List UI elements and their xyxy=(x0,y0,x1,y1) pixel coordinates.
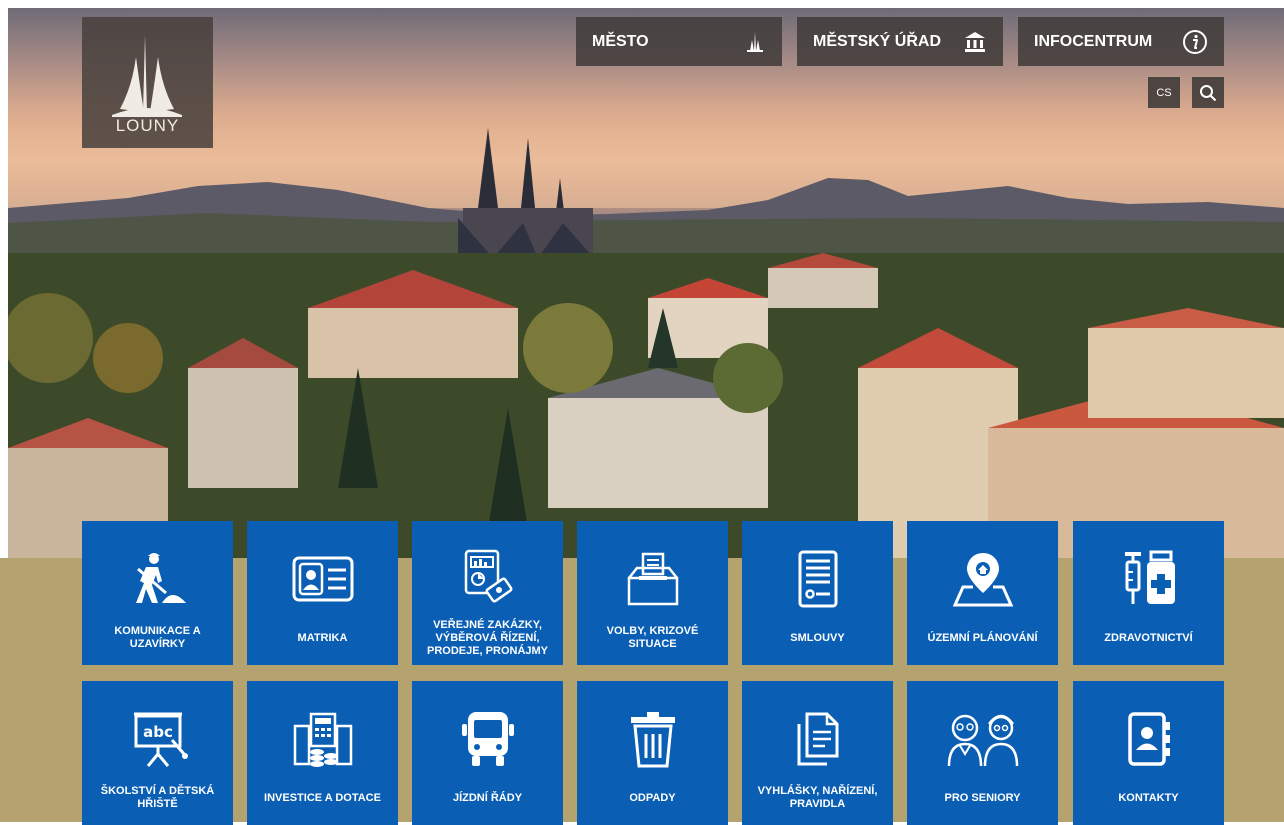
tile-kontakty[interactable]: KONTAKTY xyxy=(1073,681,1224,825)
tile-vyhlasky[interactable]: VYHLÁŠKY, NAŘÍZENÍ, PRAVIDLA xyxy=(742,681,893,825)
investment-icon xyxy=(293,712,352,767)
tile-label: KOMUNIKACE A UZAVÍRKY xyxy=(114,625,201,650)
tile-skolstvi[interactable]: abc ŠKOLSTVÍ A DĚTSKÁ HŘIŠTĚ xyxy=(82,681,233,825)
nav-infocentrum-label: INFOCENTRUM xyxy=(1034,32,1153,50)
id-card-icon xyxy=(292,556,353,602)
tile-label: VEŘEJNÉ ZAKÁZKY, VÝBĚROVÁ ŘÍZENÍ, PRODEJ… xyxy=(426,618,549,657)
tile-label: ŠKOLSTVÍ A DĚTSKÁ HŘIŠTĚ xyxy=(100,785,215,810)
tile-smlouvy[interactable]: SMLOUVY xyxy=(742,521,893,665)
town-hall-icon xyxy=(963,30,987,54)
seniors-icon xyxy=(947,714,1018,767)
info-icon xyxy=(1182,29,1208,55)
tile-verejne-zakazky[interactable]: VEŘEJNÉ ZAKÁZKY, VÝBĚROVÁ ŘÍZENÍ, PRODEJ… xyxy=(412,521,563,665)
road-worker-icon xyxy=(135,553,186,603)
tile-komunikace[interactable]: KOMUNIKACE A UZAVÍRKY xyxy=(82,521,233,665)
language-label: CS xyxy=(1156,86,1172,99)
nav-infocentrum[interactable]: INFOCENTRUM xyxy=(1018,17,1224,66)
tile-uzemni-planovani[interactable]: ÚZEMNÍ PLÁNOVÁNÍ xyxy=(907,521,1058,665)
trash-bin-icon xyxy=(630,712,675,768)
search-button[interactable] xyxy=(1192,77,1224,108)
contract-icon xyxy=(798,550,837,608)
tile-label: PRO SENIORY xyxy=(944,791,1021,804)
language-switch[interactable]: CS xyxy=(1148,77,1180,108)
report-icon xyxy=(464,549,512,603)
tile-pro-seniory[interactable]: PRO SENIORY xyxy=(907,681,1058,825)
tile-zdravotnictvi[interactable]: ZDRAVOTNICTVÍ xyxy=(1073,521,1224,665)
tile-label: MATRIKA xyxy=(297,631,348,644)
bus-icon xyxy=(461,712,514,766)
documents-icon xyxy=(797,712,838,766)
tile-label: INVESTICE A DOTACE xyxy=(264,791,381,804)
blackboard-icon: abc xyxy=(133,712,188,767)
tile-investice[interactable]: INVESTICE A DOTACE xyxy=(247,681,398,825)
nav-mestsky-urad[interactable]: MĚSTSKÝ ÚŘAD xyxy=(797,17,1003,66)
louny-logo[interactable]: LOUNY xyxy=(82,17,213,148)
contacts-icon xyxy=(1127,712,1170,766)
ballot-box-icon xyxy=(627,552,678,606)
cathedral-icon xyxy=(744,31,766,53)
tile-label: ÚZEMNÍ PLÁNOVÁNÍ xyxy=(927,631,1038,644)
svg-text:abc: abc xyxy=(143,723,173,741)
nav-mestsky-urad-label: MĚSTSKÝ ÚŘAD xyxy=(813,32,942,50)
search-icon xyxy=(1200,84,1217,101)
tile-volby[interactable]: VOLBY, KRIZOVÉ SITUACE xyxy=(577,521,728,665)
tile-jizdni-rady[interactable]: JÍZDNÍ ŘÁDY xyxy=(412,681,563,825)
tile-label: SMLOUVY xyxy=(790,631,845,644)
nav-mesto[interactable]: MĚSTO xyxy=(576,17,782,66)
tile-label: KONTAKTY xyxy=(1118,791,1179,804)
tile-matrika[interactable]: MATRIKA xyxy=(247,521,398,665)
tile-label: VYHLÁŠKY, NAŘÍZENÍ, PRAVIDLA xyxy=(757,785,878,810)
map-pin-icon xyxy=(952,553,1013,607)
medicine-icon xyxy=(1124,550,1175,604)
nav-mesto-label: MĚSTO xyxy=(592,32,649,50)
tile-label: VOLBY, KRIZOVÉ SITUACE xyxy=(606,625,699,650)
tile-label: ODPADY xyxy=(629,791,676,804)
tile-label: ZDRAVOTNICTVÍ xyxy=(1104,631,1193,644)
tile-label: JÍZDNÍ ŘÁDY xyxy=(452,791,523,804)
tile-odpady[interactable]: ODPADY xyxy=(577,681,728,825)
logo-text: LOUNY xyxy=(115,116,180,135)
